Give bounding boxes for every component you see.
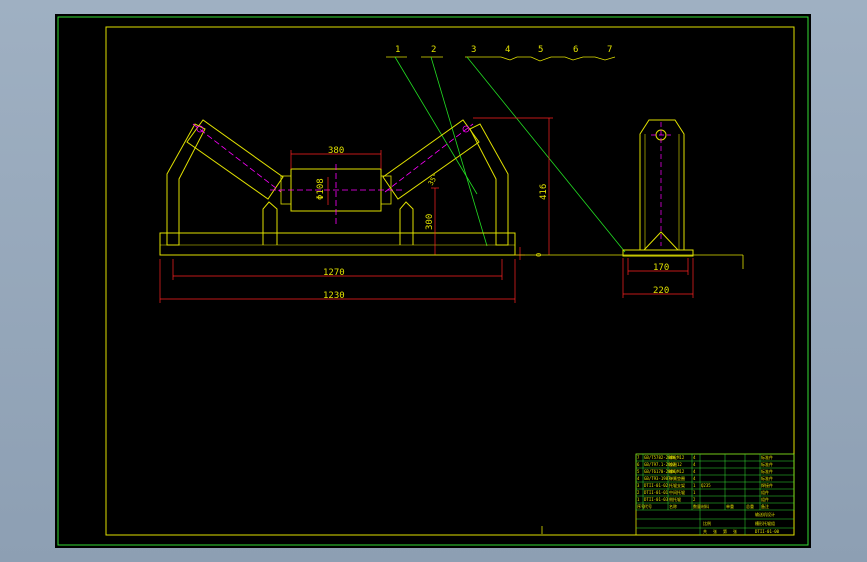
title-block-texts: 7 GB/T5782-2000螺栓M12 4 标准件6 GB/T97.1-2002垫圈1… [637, 454, 780, 534]
dim-roller-length: 380 [328, 146, 344, 156]
middle-supports [262, 201, 414, 245]
title-block: 7 GB/T5782-2000螺栓M12 4 标准件6 GB/T97.1-2002垫圈1… [635, 453, 795, 536]
drawing-sheet: 1 2 3 4 5 6 7 380 Φ108 35° 300 416 0 127… [55, 14, 811, 548]
title-block-cell: 焊接件 [761, 482, 773, 488]
title-block-cell: 组件 [761, 496, 769, 502]
title-block-cell: 垫圈12 [669, 461, 682, 467]
inner-border [105, 26, 795, 536]
title-block-header: 数量 [693, 503, 701, 509]
leader-3: 3 [471, 45, 476, 55]
title-block-cell: 标准件 [761, 461, 773, 467]
title-block-cell: 4 [693, 462, 696, 467]
left-side-roller [186, 119, 284, 200]
title-block-cell: DTII-01-02 [644, 483, 669, 488]
title-block-cell: 1 [693, 490, 696, 495]
title-block-cell: 5 [637, 469, 640, 474]
leader-6: 6 [573, 45, 578, 55]
drawing-title: 槽形托辊组 [755, 520, 775, 526]
side-view [622, 119, 694, 257]
title-block-cell: 螺母M12 [669, 468, 685, 474]
title-block-cell: 中间托辊 [669, 489, 685, 495]
title-block-cell: 6 [637, 462, 640, 467]
leader-1: 1 [395, 45, 400, 55]
title-block-cell: 7 [637, 455, 640, 460]
dim-side-base-width: 220 [653, 286, 669, 296]
right-bracket [469, 123, 509, 245]
title-block-header: 单重 [726, 503, 734, 509]
title-block-cell: 组件 [761, 489, 769, 495]
company-name: 输送机设计 [755, 511, 775, 517]
title-block-cell: 3 [637, 483, 640, 488]
title-block-cell: Q235 [701, 483, 711, 488]
sheet-label: 张 [733, 528, 737, 534]
dim-overall-length: 1230 [323, 291, 345, 301]
title-block-cell: 4 [637, 476, 640, 481]
dim-support-height: 300 [425, 214, 435, 230]
title-block-cell: 标准件 [761, 475, 773, 481]
title-block-header: 名称 [669, 503, 677, 509]
leader-2: 2 [431, 45, 436, 55]
title-block-cell: 弹簧垫圈 [669, 475, 685, 481]
leader-5: 5 [538, 45, 543, 55]
title-block-cell: 螺栓M12 [669, 454, 685, 460]
side-view-centerlines [651, 122, 671, 246]
dim-trough-angle: 35° [427, 172, 440, 187]
title-block-cell: DTII-01-01 [644, 490, 669, 495]
sheet-label: 共 [703, 528, 707, 534]
title-block-cell: 托辊支架 [669, 482, 685, 488]
right-side-roller [382, 119, 480, 200]
leader-4: 4 [505, 45, 510, 55]
drawing-number: DTII-01-00 [755, 529, 780, 534]
title-block-cell: 4 [693, 469, 696, 474]
scale-label: 比例 [703, 520, 711, 526]
part-leaders [386, 56, 616, 62]
side-dimension-texts: 170 220 [653, 263, 669, 296]
sheet-label: 张 [713, 528, 717, 534]
title-block-cell: GB/T93-1987 [644, 476, 671, 481]
title-block-cell: 1 [693, 483, 696, 488]
sheet-label: 第 [723, 528, 727, 534]
title-block-cell: 2 [693, 497, 696, 502]
cad-drawing: 1 2 3 4 5 6 7 380 Φ108 35° 300 416 0 127… [57, 16, 809, 546]
left-bracket [166, 123, 206, 245]
title-block-cell: 2 [637, 490, 640, 495]
base-frame [159, 232, 516, 256]
dim-bolt-spacing: 1270 [323, 268, 345, 278]
title-block-header: 代号 [644, 503, 652, 509]
dim-side-bolt-spacing: 170 [653, 263, 669, 273]
middle-roller [270, 164, 405, 226]
leader-7: 7 [607, 45, 612, 55]
dim-total-height: 416 [539, 184, 549, 200]
dim-roller-diameter: Φ108 [316, 178, 326, 200]
title-block-cell: DTII-01-03 [644, 497, 669, 502]
leader-numbers: 1 2 3 4 5 6 7 [395, 45, 612, 55]
title-block-cell: 1 [637, 497, 640, 502]
title-block-cell: 标准件 [761, 468, 773, 474]
title-block-header: 总重 [746, 503, 754, 509]
outer-border [57, 16, 809, 546]
title-block-header: 材料 [701, 503, 709, 509]
title-block-cell: 4 [693, 455, 696, 460]
title-block-cell: 侧托辊 [669, 496, 681, 502]
title-block-cell: 4 [693, 476, 696, 481]
title-block-header: 备注 [761, 503, 769, 509]
title-block-cell: 标准件 [761, 454, 773, 460]
